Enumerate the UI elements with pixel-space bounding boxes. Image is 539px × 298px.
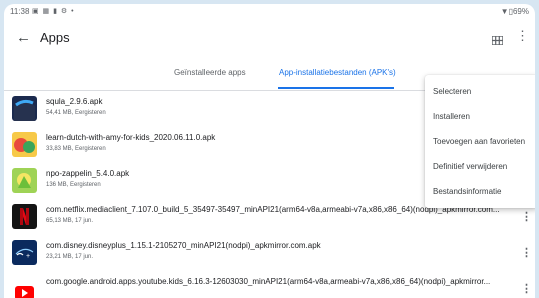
page-title: Apps [40, 30, 70, 45]
phone-screen: 11:38 ▣ ▦ ▮ ⚙ • ▼▯69% ← Apps ⋮ Geïnstall… [4, 4, 535, 298]
menu-item-file-info[interactable]: Bestandsinformatie [433, 187, 501, 196]
menu-item-select[interactable]: Selecteren [433, 87, 471, 96]
file-meta: 65,13 MB, 17 jun. [46, 218, 94, 224]
file-name: npo-zappelin_5.4.0.apk [46, 169, 130, 178]
tab-indicator [278, 87, 394, 89]
tab-apk-files[interactable]: App-installatiebestanden (APK's) [279, 68, 396, 77]
item-more-icon[interactable]: ⋮ [521, 210, 532, 223]
status-bar: 11:38 ▣ ▦ ▮ ⚙ • ▼▯69% [4, 4, 535, 20]
grid-view-icon[interactable] [491, 32, 504, 50]
back-arrow-icon[interactable]: ← [16, 29, 31, 46]
menu-item-install[interactable]: Installeren [433, 112, 470, 121]
list-item[interactable]: com.google.android.apps.youtube.kids_6.1… [4, 271, 535, 298]
item-more-icon[interactable]: ⋮ [521, 282, 532, 295]
menu-item-delete-permanently[interactable]: Definitief verwijderen [433, 162, 507, 171]
svg-text:+: + [26, 253, 30, 260]
file-name: learn-dutch-with-amy-for-kids_2020.06.11… [46, 133, 216, 142]
netflix-app-icon [12, 204, 37, 229]
status-time: 11:38 [10, 7, 30, 16]
list-item[interactable]: + com.disney.disneyplus_1.15.1-2105270_m… [4, 235, 535, 271]
notification-icons: ▣ ▦ ▮ ⚙ • [32, 8, 75, 15]
squla-app-icon [12, 96, 37, 121]
file-name: squla_2.9.6.apk [46, 97, 103, 106]
file-name: com.google.android.apps.youtube.kids_6.1… [46, 277, 491, 286]
tab-installed-apps[interactable]: Geïnstalleerde apps [174, 68, 246, 77]
file-meta: 23,21 MB, 17 jun. [46, 254, 94, 260]
file-name: com.disney.disneyplus_1.15.1-2105270_min… [46, 241, 321, 250]
file-meta: 54,41 MB, Eergisteren [46, 110, 106, 116]
file-meta: 136 MB, Eergisteren [46, 182, 101, 188]
battery-indicator: ▼▯69% [500, 7, 529, 16]
file-meta: 33,83 MB, Eergisteren [46, 146, 106, 152]
npo-zappelin-app-icon [12, 168, 37, 193]
learn-dutch-amy-app-icon [12, 132, 37, 157]
context-menu: Selecteren Installeren Toevoegen aan fav… [425, 75, 535, 208]
disneyplus-app-icon: + [12, 240, 37, 265]
youtube-kids-app-icon [12, 276, 37, 298]
item-more-icon[interactable]: ⋮ [521, 246, 532, 259]
menu-item-add-favorites[interactable]: Toevoegen aan favorieten [433, 137, 525, 146]
more-options-icon[interactable]: ⋮ [516, 29, 529, 43]
app-bar: ← Apps ⋮ [4, 20, 535, 58]
